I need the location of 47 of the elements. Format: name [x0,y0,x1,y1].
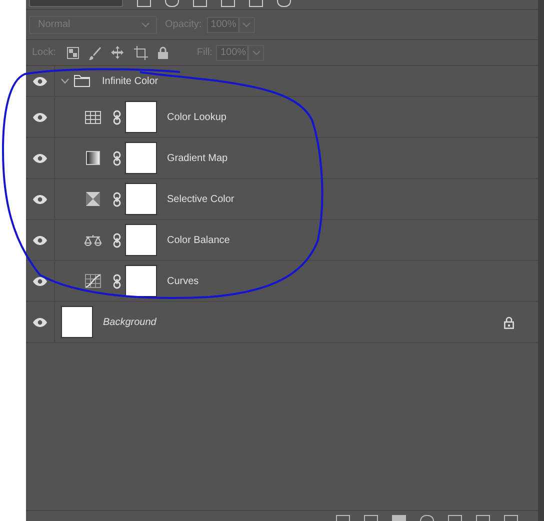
eye-icon[interactable] [33,236,47,244]
chevron-down-icon [141,22,150,28]
layer-row[interactable]: Selective Color [26,179,538,220]
eye-icon[interactable] [33,276,47,286]
layer-name: Infinite Color [102,76,158,86]
layer-name: Gradient Map [167,152,228,164]
mask-thumbnail[interactable] [125,224,157,256]
layer-name: Color Lookup [167,112,226,122]
eye-icon[interactable] [33,112,47,122]
move-icon[interactable] [110,46,124,59]
layer-name: Color Balance [167,234,230,246]
selective-color-icon [86,192,100,206]
link-icon[interactable] [113,274,121,288]
chevron-down-icon [252,50,261,56]
chevron-down-icon [242,22,252,28]
layer-name: Curves [167,276,199,286]
lock-icon[interactable] [504,316,514,328]
layer-row[interactable]: Background [26,302,538,343]
mask-thumbnail[interactable] [125,142,157,174]
link-icon[interactable] [113,192,121,206]
brush-icon[interactable] [88,46,101,60]
layer-name: Selective Color [167,194,234,204]
layer-row[interactable]: Color Lookup [26,97,538,138]
mask-thumbnail[interactable] [125,183,157,215]
lock-icon[interactable] [158,46,168,59]
mask-thumbnail[interactable] [125,101,157,133]
eye-icon[interactable] [33,194,47,204]
layer-row[interactable]: Color Balance [26,220,538,261]
gradient-icon [86,151,100,165]
scales-icon [84,234,102,246]
link-icon[interactable] [113,150,121,166]
layer-row[interactable]: Infinite Color [26,66,538,97]
chevron-down-icon[interactable] [61,78,69,84]
folder-icon [74,75,90,87]
link-icon[interactable] [113,110,121,124]
link-icon[interactable] [113,232,121,248]
eye-icon[interactable] [33,318,47,326]
eye-icon[interactable] [33,154,47,162]
layer-thumbnail[interactable] [61,306,93,338]
grid-icon [85,110,101,124]
lock-transparent-pixels-icon[interactable] [66,46,79,58]
eye-icon[interactable] [33,76,47,86]
layer-row[interactable]: Curves [26,261,538,302]
layer-row[interactable]: Gradient Map [26,138,538,179]
curves-icon [85,274,101,288]
layer-name: Background [103,316,156,328]
mask-thumbnail[interactable] [125,265,157,297]
